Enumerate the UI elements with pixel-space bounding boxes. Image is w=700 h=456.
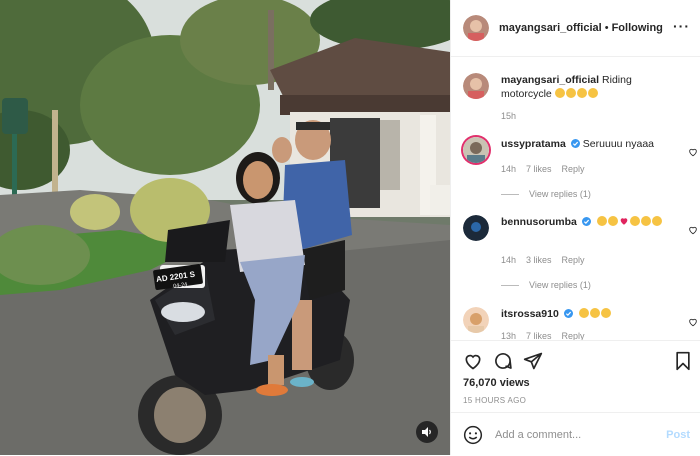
view-replies-label: View replies (1) xyxy=(529,189,591,199)
comment-username[interactable]: ussypratama xyxy=(501,138,566,150)
laugh-emoji xyxy=(607,216,618,226)
post-header: mayangsari_official • Following ··· xyxy=(451,0,700,57)
comment-icon[interactable] xyxy=(493,351,513,371)
red-heart-emoji xyxy=(620,218,628,225)
reply-button[interactable]: Reply xyxy=(562,331,585,340)
post-actions: 76,070 views 15 HOURS AGO xyxy=(451,340,700,413)
add-comment-bar: Post xyxy=(451,412,700,456)
post-timestamp: 15 HOURS AGO xyxy=(463,396,527,405)
heart-eyes-emoji xyxy=(554,88,565,98)
view-replies-button[interactable]: View replies (1) xyxy=(501,280,591,290)
avatar[interactable] xyxy=(463,73,489,99)
avatar[interactable] xyxy=(463,307,489,333)
comment-text: bennusorumba xyxy=(501,215,673,229)
caption: mayangsari_official Riding motorcycle 15h xyxy=(463,73,688,133)
comment: bennusorumba 14h 3 likes Reply View replie… xyxy=(463,215,697,295)
like-comment-heart-icon[interactable] xyxy=(688,147,698,157)
comments-list[interactable]: mayangsari_official Riding motorcycle 15h… xyxy=(451,57,700,340)
like-comment-heart-icon[interactable] xyxy=(688,225,698,235)
share-icon[interactable] xyxy=(523,351,543,371)
instagram-post: AD 2201 S 04-24 mayangsari_official • Fo… xyxy=(0,0,700,455)
post-sidebar: mayangsari_official • Following ··· maya… xyxy=(450,0,700,455)
view-count[interactable]: 76,070 views xyxy=(463,377,530,389)
verified-badge-icon xyxy=(563,309,573,318)
sound-toggle-button[interactable] xyxy=(416,421,438,443)
comment-body: Seruuuu nyaaa xyxy=(582,138,655,150)
ellipsis-icon[interactable]: ··· xyxy=(673,18,690,34)
reply-button[interactable]: Reply xyxy=(562,164,585,174)
view-replies-button[interactable]: View replies (1) xyxy=(501,189,591,199)
caption-meta: 15h xyxy=(501,111,526,121)
separator-dot: • xyxy=(604,22,609,34)
smile-emoji xyxy=(576,88,587,98)
avatar[interactable] xyxy=(463,15,489,41)
smile-emoji xyxy=(565,88,576,98)
comment-likes[interactable]: 7 likes xyxy=(526,164,552,174)
post-author-username[interactable]: mayangsari_official xyxy=(499,22,602,34)
laugh-emoji xyxy=(578,308,589,318)
caption-text: mayangsari_official Riding motorcycle xyxy=(501,73,673,101)
verified-badge-icon xyxy=(581,217,591,226)
view-replies-label: View replies (1) xyxy=(529,280,591,290)
heart-eyes-emoji xyxy=(651,216,662,226)
comment-likes[interactable]: 7 likes xyxy=(526,331,552,340)
post-video[interactable]: AD 2201 S 04-24 xyxy=(0,0,450,455)
comment-time: 13h xyxy=(501,331,517,340)
post-comment-button[interactable]: Post xyxy=(666,429,690,441)
comment: itsrossa910 13h 7 likes Reply xyxy=(463,307,697,340)
like-comment-heart-icon[interactable] xyxy=(688,317,698,327)
reply-button[interactable]: Reply xyxy=(562,255,585,265)
avatar[interactable] xyxy=(463,137,489,163)
avatar[interactable] xyxy=(463,215,489,241)
video-frame: AD 2201 S 04-24 xyxy=(0,0,450,455)
heart-eyes-emoji xyxy=(587,88,598,98)
comment-meta: 14h 3 likes Reply xyxy=(501,255,595,265)
laugh-emoji xyxy=(600,308,611,318)
caption-username[interactable]: mayangsari_official xyxy=(501,74,599,86)
comment-username[interactable]: bennusorumba xyxy=(501,216,577,228)
comment-likes[interactable]: 3 likes xyxy=(526,255,552,265)
comment-meta: 13h 7 likes Reply xyxy=(501,331,595,340)
laugh-emoji xyxy=(589,308,600,318)
comment-time: 14h xyxy=(501,255,517,265)
comment-meta: 14h 7 likes Reply xyxy=(501,164,595,174)
heart-eyes-emoji xyxy=(640,216,651,226)
caption-time: 15h xyxy=(501,111,517,121)
speaker-icon xyxy=(422,427,431,437)
emoji-picker-icon[interactable] xyxy=(463,425,483,445)
comment-input[interactable] xyxy=(493,427,657,442)
comment: ussypratama Seruuuu nyaaa 14h 7 likes Reply… xyxy=(463,137,697,207)
bookmark-icon[interactable] xyxy=(674,351,692,371)
heart-eyes-emoji xyxy=(629,216,640,226)
comment-username[interactable]: itsrossa910 xyxy=(501,308,559,320)
heart-icon[interactable] xyxy=(463,351,483,371)
verified-badge-icon xyxy=(570,139,580,148)
comment-time: 14h xyxy=(501,164,517,174)
following-button[interactable]: Following xyxy=(612,22,663,34)
comment-text: itsrossa910 xyxy=(501,307,673,321)
laugh-emoji xyxy=(596,216,607,226)
comment-text: ussypratama Seruuuu nyaaa xyxy=(501,137,673,151)
